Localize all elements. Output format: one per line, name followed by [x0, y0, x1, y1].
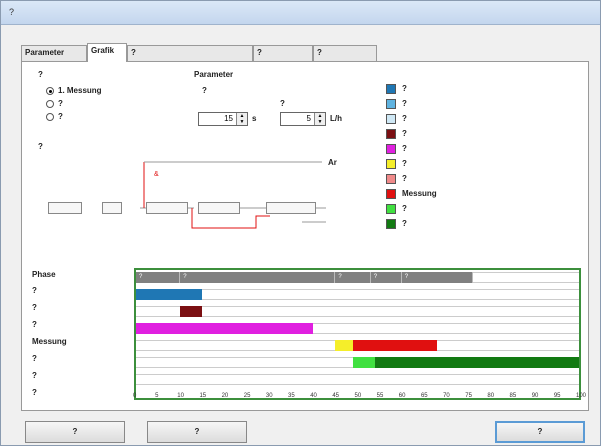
gasfluss-value: 5: [306, 114, 311, 123]
phase-segment: ?: [136, 272, 181, 283]
x-tick-label: 10: [177, 393, 184, 399]
spuelzeit-value: 15: [224, 114, 233, 123]
spin-arrows-icon[interactable]: ▲ ▼: [236, 113, 247, 125]
row-label-phase: Phase: [32, 270, 56, 279]
diagram-node-2: [102, 202, 122, 214]
x-tick-label: 40: [310, 393, 317, 399]
x-tick-label: 85: [509, 393, 517, 399]
timeline-bar: [353, 340, 438, 351]
time-axis-label: ?: [32, 388, 37, 397]
x-tick-label: 70: [443, 393, 450, 399]
timeline-row: [136, 289, 579, 300]
x-tick-label: 5: [155, 393, 159, 399]
grafik-fuer-heading: ?: [38, 70, 43, 79]
tab-grafik[interactable]: Grafik: [87, 43, 127, 62]
phase-segment: ?: [401, 272, 473, 283]
radio-option-3-label: ?: [58, 112, 63, 121]
parameter-heading: Parameter: [194, 70, 234, 79]
x-tick-label: 25: [243, 393, 251, 399]
dialog-window: ? Parameter Grafik ? ? ? ? 1. Messung ? …: [0, 0, 601, 446]
x-tick-label: 35: [288, 393, 295, 399]
timeline-row: [136, 374, 579, 385]
row-label-messung: Messung: [32, 337, 67, 346]
radio-1-messung[interactable]: [46, 87, 54, 95]
timeline-bar: [136, 289, 203, 300]
diagram-valve-1: [146, 202, 188, 214]
x-tick-label: 75: [465, 393, 472, 399]
timeline-bar: [335, 340, 354, 351]
x-tick-label: 45: [332, 393, 340, 399]
grafik-panel: ? 1. Messung ? ? Parameter ? ? 15 ▲ ▼ s 5…: [21, 61, 589, 411]
timeline-bar: [180, 306, 203, 317]
gas-flow-diagram: &: [102, 161, 326, 229]
phase-segment: ?: [370, 272, 402, 283]
x-tick-label: 20: [221, 393, 229, 399]
timeline-row: [136, 306, 579, 317]
gasfluss-label: ?: [280, 99, 285, 108]
window-title: ?: [9, 7, 15, 17]
tab-4[interactable]: ?: [253, 45, 313, 61]
row-label-2: ?: [32, 286, 37, 295]
spin-arrows-icon[interactable]: ▲ ▼: [314, 113, 325, 125]
x-tick-label: 15: [199, 393, 207, 399]
tab-5[interactable]: ?: [313, 45, 377, 61]
close-button[interactable]: ?: [495, 421, 585, 443]
x-tick-label: 60: [398, 393, 406, 399]
radio-option-3[interactable]: [46, 113, 54, 121]
spuelzeit-unit: s: [252, 114, 257, 123]
svg-text:&: &: [154, 171, 159, 178]
diagram-cell: [266, 202, 316, 214]
row-label-3: ?: [32, 303, 37, 312]
x-tick-label: 95: [553, 393, 561, 399]
row-label-7: ?: [32, 371, 37, 380]
row-label-4: ?: [32, 320, 37, 329]
x-tick-label: 55: [376, 393, 384, 399]
phase-label: ?: [404, 274, 409, 280]
diagram-valve-2: [198, 202, 240, 214]
save-button[interactable]: ?: [147, 421, 247, 443]
x-tick-label: 100: [576, 393, 587, 399]
tab-parameter[interactable]: Parameter: [21, 45, 87, 61]
radio-option-2-label: ?: [58, 99, 63, 108]
timeline-bar: [353, 357, 376, 368]
x-tick-label: 30: [265, 393, 273, 399]
row-label-6: ?: [32, 354, 37, 363]
phase-segment: ?: [180, 272, 336, 283]
timeline-chart: ????? 0 5 10 15 20 25 30 35 40 45 50 55 60 65 70 75 80 85 9…: [133, 268, 586, 400]
x-tick-label: 80: [487, 393, 495, 399]
load-button[interactable]: ?: [25, 421, 125, 443]
x-tick-label: 0: [133, 393, 137, 399]
timeline-bar: [136, 323, 314, 334]
spuelzeit-stepper[interactable]: 15 ▲ ▼: [198, 112, 248, 126]
diagram-node-1: [48, 202, 82, 214]
radio-1-messung-label: 1. Messung: [58, 86, 102, 95]
gasfluss-unit: L/h: [330, 114, 342, 123]
x-tick-label: 65: [420, 393, 428, 399]
gasfluss-stepper[interactable]: 5 ▲ ▼: [280, 112, 326, 126]
phase-label: ?: [183, 274, 187, 280]
phase-label: ?: [338, 274, 342, 280]
diagram-heading: ?: [38, 142, 43, 151]
title-bar: ?: [1, 1, 600, 25]
radio-option-2[interactable]: [46, 100, 54, 108]
tab-3[interactable]: ?: [127, 45, 253, 61]
phase-label: ?: [373, 274, 378, 280]
ar-label: Ar: [328, 158, 337, 167]
x-tick-label: 50: [354, 393, 362, 399]
x-tick-label: 90: [531, 393, 539, 399]
phase-label: ?: [139, 274, 143, 280]
phase-segment: ?: [335, 272, 371, 283]
spuelzeit-label: ?: [202, 86, 207, 95]
timeline-bar: [375, 357, 579, 368]
